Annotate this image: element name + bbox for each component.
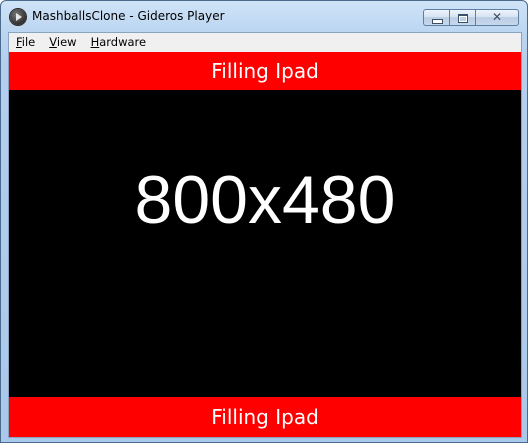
maximize-button[interactable]: [449, 9, 475, 26]
app-window: MashballsClone - Gideros Player ✕ File V…: [0, 0, 528, 443]
top-banner: Filling Ipad: [9, 52, 521, 90]
resolution-label: 800x480: [134, 162, 396, 238]
menu-hardware-accel: H: [90, 35, 100, 49]
menu-view-accel: V: [49, 35, 57, 49]
bottom-banner: Filling Ipad: [9, 397, 521, 437]
client-area: File View Hardware Filling Ipad 800x480 …: [8, 32, 522, 438]
menu-hardware[interactable]: Hardware: [84, 33, 154, 52]
menu-file[interactable]: File: [9, 33, 42, 52]
minimize-icon: [432, 19, 443, 24]
maximize-icon: [458, 14, 468, 23]
menu-view-label: iew: [56, 35, 77, 49]
gideros-player-icon[interactable]: [10, 9, 26, 25]
menu-bar: File View Hardware: [9, 33, 521, 53]
menu-file-label: ile: [21, 35, 36, 49]
close-button[interactable]: ✕: [475, 9, 519, 26]
window-title: MashballsClone - Gideros Player: [32, 9, 225, 23]
menu-hardware-label: ardware: [99, 35, 147, 49]
player-stage[interactable]: Filling Ipad 800x480 Filling Ipad: [9, 52, 521, 437]
title-bar[interactable]: MashballsClone - Gideros Player ✕: [1, 1, 527, 33]
menu-view[interactable]: View: [42, 33, 83, 52]
close-icon: ✕: [491, 10, 503, 24]
minimize-button[interactable]: [423, 9, 449, 26]
caption-buttons: ✕: [423, 9, 519, 27]
